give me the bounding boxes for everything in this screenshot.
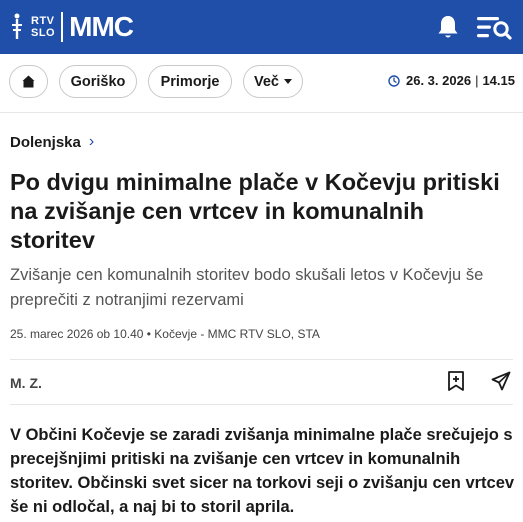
logo-mmc: MMC: [69, 11, 134, 42]
logo-mark-icon: [12, 13, 22, 39]
article-title: Po dvigu minimalne plače v Kočevju priti…: [10, 169, 500, 253]
current-date: 26. 3. 2026: [406, 73, 472, 88]
nav-item-label: Primorje: [160, 73, 220, 90]
category-link[interactable]: Dolenjska: [10, 134, 81, 151]
menu-search-icon[interactable]: [476, 14, 512, 40]
home-icon: [22, 75, 35, 88]
article-author[interactable]: M. Z.: [10, 375, 42, 391]
date-time: 26. 3. 2026 | 14.15: [388, 73, 515, 88]
divider: [0, 112, 523, 113]
divider: [10, 404, 513, 405]
logo-divider: [61, 12, 64, 42]
bookmark-add-icon[interactable]: [446, 370, 466, 392]
bell-icon[interactable]: [436, 14, 460, 40]
region-nav: Goriško Primorje Več 26. 3. 2026 | 14.15: [0, 65, 523, 99]
site-logo[interactable]: RTV SLO MMC: [9, 9, 134, 45]
nav-more-dropdown[interactable]: Več: [243, 65, 303, 98]
share-icon[interactable]: [491, 371, 511, 391]
nav-item-primorje[interactable]: Primorje: [148, 65, 232, 98]
article-meta: 25. marec 2026 ob 10.40 • Kočevje - MMC …: [10, 327, 320, 341]
date-time-separator: |: [475, 73, 479, 88]
chevron-right-icon: ›: [88, 133, 95, 150]
logo-rtv-slo: RTV SLO: [31, 15, 56, 39]
nav-item-label: Goriško: [70, 73, 126, 90]
clock-icon: [388, 74, 400, 87]
divider: [10, 359, 513, 360]
current-time: 14.15: [482, 73, 515, 88]
article-lead: Zvišanje cen komunalnih storitev bodo sk…: [10, 266, 484, 309]
nav-item-label: Več: [254, 73, 279, 90]
chevron-down-icon: [284, 79, 292, 84]
breadcrumb[interactable]: Dolenjska ›: [10, 133, 94, 151]
home-button[interactable]: [9, 65, 48, 98]
top-bar: RTV SLO MMC: [0, 0, 523, 54]
nav-item-gorisko[interactable]: Goriško: [59, 65, 137, 98]
article-body-intro: V Občini Kočevje se zaradi zvišanja mini…: [10, 426, 515, 516]
